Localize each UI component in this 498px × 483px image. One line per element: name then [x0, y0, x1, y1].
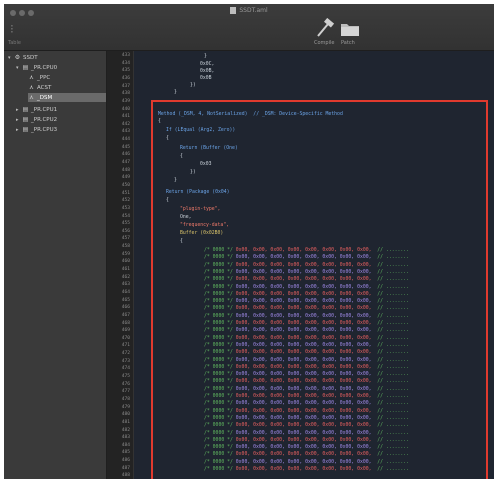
- line-number: 464: [121, 289, 130, 295]
- code-line: 0x0C,: [200, 62, 215, 67]
- line-number: 450: [121, 182, 130, 188]
- line-number: 476: [121, 381, 130, 387]
- folder-icon: [341, 24, 359, 36]
- folder-icon: ▤: [22, 126, 29, 133]
- line-number: 443: [121, 129, 130, 135]
- line-number: 457: [121, 236, 130, 242]
- line-number: 478: [121, 396, 130, 402]
- application-window: SSDT.aml ⁝ Table Compile Patch ▾ ⚙ SSDT ▾ ▤…: [4, 4, 494, 479]
- line-number: 475: [121, 374, 130, 379]
- line-number: 442: [121, 121, 130, 127]
- line-number: 465: [121, 297, 130, 303]
- line-number-gutter: 433 434 435 436 437 438 439 440 441 442 443 444 445 4…: [107, 51, 134, 479]
- compile-button[interactable]: [314, 18, 336, 38]
- line-number: 460: [121, 259, 130, 265]
- line-number: 466: [121, 305, 130, 311]
- method-icon: ⋏: [29, 74, 34, 81]
- line-number: 440: [121, 106, 130, 112]
- patch-button[interactable]: [339, 18, 361, 38]
- line-number: 481: [121, 419, 130, 425]
- code-line: }: [204, 54, 207, 59]
- line-number: 463: [121, 282, 130, 288]
- line-number: 439: [121, 98, 130, 104]
- line-number: 448: [121, 167, 130, 173]
- line-number: 467: [121, 312, 130, 318]
- line-number: 487: [121, 465, 130, 471]
- table-toolbar-label: Table: [8, 40, 21, 46]
- sidebar-item-cpu1[interactable]: ▸ ▤ _PR.CPU1: [16, 105, 104, 114]
- line-number: 484: [121, 442, 130, 448]
- line-number: 435: [121, 68, 130, 74]
- line-number: 455: [121, 221, 130, 227]
- line-number: 474: [121, 366, 130, 372]
- patch-label: Patch: [341, 40, 355, 46]
- sidebar-item-cpu2[interactable]: ▸ ▤ _PR.CPU2: [16, 115, 104, 124]
- line-number: 473: [121, 358, 130, 364]
- method-icon: ⋏: [29, 84, 34, 91]
- line-number: 438: [121, 91, 130, 97]
- line-number: 477: [121, 389, 130, 395]
- line-number: 454: [121, 213, 130, 219]
- line-number: 471: [121, 343, 130, 349]
- line-number: 483: [121, 435, 130, 441]
- line-number: 446: [121, 152, 130, 158]
- line-number: 441: [121, 114, 130, 120]
- line-number: 433: [121, 53, 130, 58]
- hammer-icon: [317, 18, 335, 37]
- highlight-frame: [151, 100, 488, 479]
- line-number: 480: [121, 412, 130, 418]
- sidebar-item-cpu0[interactable]: ▾ ▤ _PR.CPU0: [16, 63, 104, 72]
- line-number: 468: [121, 320, 130, 326]
- line-number: 459: [121, 251, 130, 257]
- sidebar-item-cpu3[interactable]: ▸ ▤ _PR.CPU3: [16, 125, 104, 134]
- code-line: 0x0B,: [200, 69, 215, 74]
- table-toolbar-icon[interactable]: ⁝: [10, 22, 14, 36]
- line-number: 436: [121, 75, 130, 81]
- line-number: 472: [121, 351, 130, 357]
- line-number: 479: [121, 404, 130, 410]
- sidebar-item-ppc[interactable]: ⋏ _PPC: [28, 73, 104, 82]
- line-number: 470: [121, 335, 130, 341]
- line-number: 445: [121, 144, 130, 150]
- line-number: 485: [121, 450, 130, 456]
- document-icon: [230, 7, 237, 14]
- folder-icon: ▤: [22, 116, 29, 123]
- line-number: 444: [121, 137, 130, 143]
- folder-icon: ▤: [22, 64, 29, 71]
- line-number: 458: [121, 244, 130, 250]
- folder-icon: ▤: [22, 106, 29, 113]
- line-number: 461: [121, 267, 130, 272]
- window-title: SSDT.aml: [4, 7, 494, 14]
- line-number: 449: [121, 175, 130, 181]
- code-line: }): [190, 83, 196, 88]
- code-line: 0x0B: [200, 76, 212, 81]
- line-number: 488: [121, 473, 130, 479]
- line-number: 482: [121, 427, 130, 433]
- sidebar-item-ssdt[interactable]: ▾ ⚙ SSDT: [8, 53, 104, 62]
- line-number: 462: [121, 274, 130, 280]
- line-number: 452: [121, 198, 130, 204]
- line-number: 469: [121, 328, 130, 334]
- toolbar: SSDT.aml ⁝ Table Compile Patch: [4, 4, 494, 51]
- line-number: 434: [121, 60, 130, 66]
- line-number: 447: [121, 160, 130, 165]
- method-icon: ⋏: [29, 94, 34, 101]
- line-number: 486: [121, 458, 130, 464]
- line-number: 453: [121, 205, 130, 211]
- gear-icon: ⚙: [14, 54, 21, 61]
- compile-label: Compile: [314, 40, 335, 46]
- line-number: 456: [121, 228, 130, 234]
- line-number: 437: [121, 83, 130, 89]
- sidebar-item-acst[interactable]: ⋏ ACST: [28, 83, 104, 92]
- line-number: 451: [121, 190, 130, 196]
- code-line: }: [174, 90, 177, 95]
- sidebar-item-dsm[interactable]: ⋏ _DSM: [28, 93, 106, 102]
- sidebar: ▾ ⚙ SSDT ▾ ▤ _PR.CPU0 ⋏ _PPC ⋏ ACST ⋏ _DSM ▸ ▤ _P…: [4, 51, 107, 479]
